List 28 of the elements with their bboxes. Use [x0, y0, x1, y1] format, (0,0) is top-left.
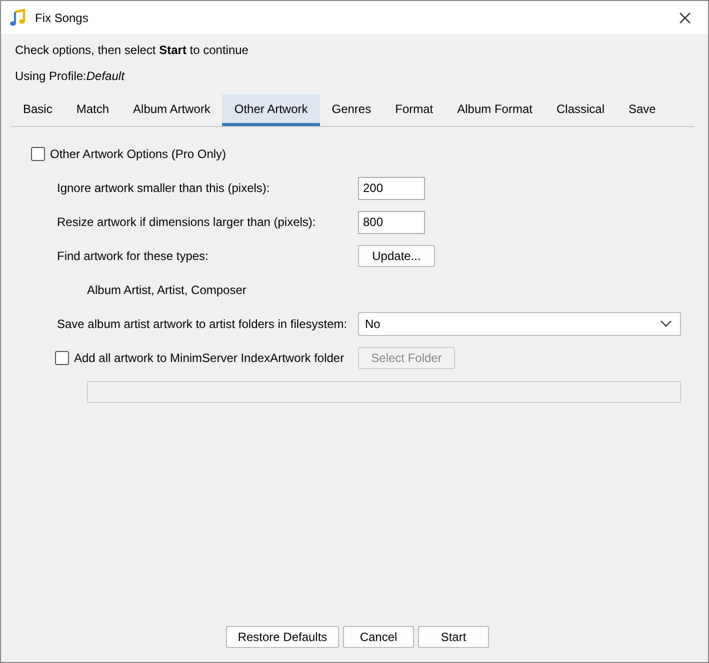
tab[interactable]: Match: [64, 94, 122, 126]
dialog-button[interactable]: Restore Defaults: [226, 626, 339, 648]
checkbox-label: Add all artwork to MinimServer IndexArtwork folder: [74, 351, 344, 365]
field-label: Save album artist artwork to artist folders in filesystem:: [57, 317, 348, 331]
field-label: Find artwork for these types:: [57, 249, 210, 263]
dialog-button[interactable]: Cancel: [343, 626, 414, 648]
dialog-button[interactable]: Start: [418, 626, 489, 648]
tab[interactable]: Save: [616, 94, 668, 126]
dropdown[interactable]: No: [358, 312, 681, 336]
profile-text: Using Profile:Default: [14, 68, 126, 85]
tab[interactable]: Genres: [320, 94, 384, 126]
field-label: Ignore artwork smaller than this (pixels):: [57, 181, 271, 195]
checkbox-label: Other Artwork Options (Pro Only): [50, 147, 226, 161]
tab[interactable]: Other Artwork: [222, 94, 320, 126]
window-title: Fix Songs: [35, 10, 90, 24]
instruction-text: Check options, then select Start to continue: [14, 42, 250, 59]
update-button[interactable]: Update...: [358, 245, 435, 267]
types-text: Album Artist, Artist, Composer: [86, 283, 248, 297]
input-field[interactable]: 200: [358, 176, 425, 200]
tab[interactable]: Format: [383, 94, 446, 126]
tab[interactable]: Album Format: [445, 94, 544, 126]
tab[interactable]: Classical: [544, 94, 616, 126]
checkbox[interactable]: [31, 147, 45, 161]
input-field[interactable]: 800: [358, 210, 425, 234]
tab[interactable]: Album Artwork: [121, 94, 222, 126]
music-note-icon: [9, 8, 27, 26]
tab[interactable]: Basic: [11, 94, 64, 126]
field-label: Resize artwork if dimensions larger than (pixels):: [57, 215, 317, 229]
